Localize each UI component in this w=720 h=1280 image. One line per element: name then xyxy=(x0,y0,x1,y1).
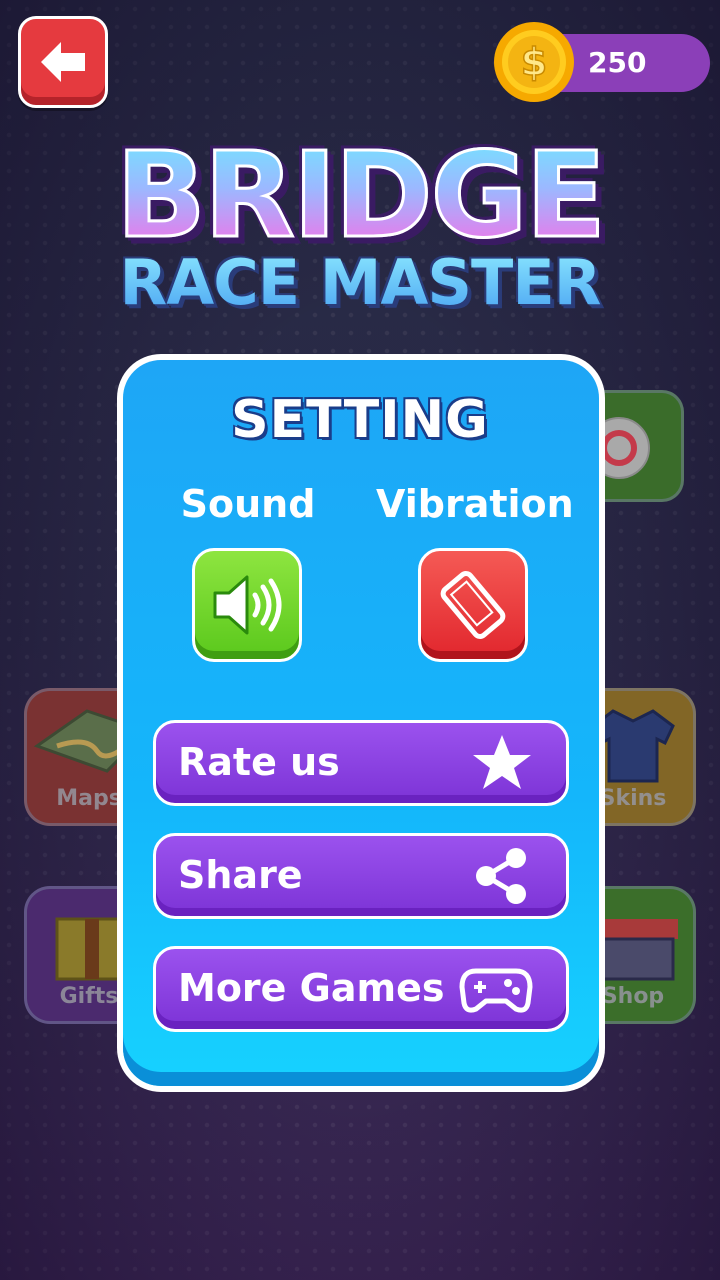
speaker-icon xyxy=(213,575,282,635)
arrow-left-icon xyxy=(41,42,85,82)
share-label: Share xyxy=(178,853,303,897)
rate-us-label: Rate us xyxy=(178,740,340,784)
gamepad-icon xyxy=(459,968,533,1013)
vibration-label: Vibration xyxy=(376,482,574,526)
logo-title: BRIDGE xyxy=(80,129,640,262)
star-icon xyxy=(473,735,531,789)
share-icon xyxy=(476,848,526,904)
sound-toggle[interactable] xyxy=(192,548,302,662)
share-button[interactable]: Share xyxy=(153,833,569,919)
back-button[interactable] xyxy=(18,16,108,108)
coin-amount: 250 xyxy=(588,46,647,79)
settings-title: SETTING xyxy=(231,390,489,450)
more-games-button[interactable]: More Games xyxy=(153,946,569,1032)
rate-us-button[interactable]: Rate us xyxy=(153,720,569,806)
logo-subtitle: RACE MASTER xyxy=(80,248,640,318)
phone-icon xyxy=(440,571,506,639)
svg-text:$: $ xyxy=(521,40,547,84)
game-logo: BRIDGE RACE MASTER xyxy=(80,120,640,340)
sound-label: Sound xyxy=(180,482,316,526)
more-games-label: More Games xyxy=(178,966,445,1010)
vibration-toggle[interactable] xyxy=(418,548,528,662)
coin-icon: $ xyxy=(494,22,574,102)
